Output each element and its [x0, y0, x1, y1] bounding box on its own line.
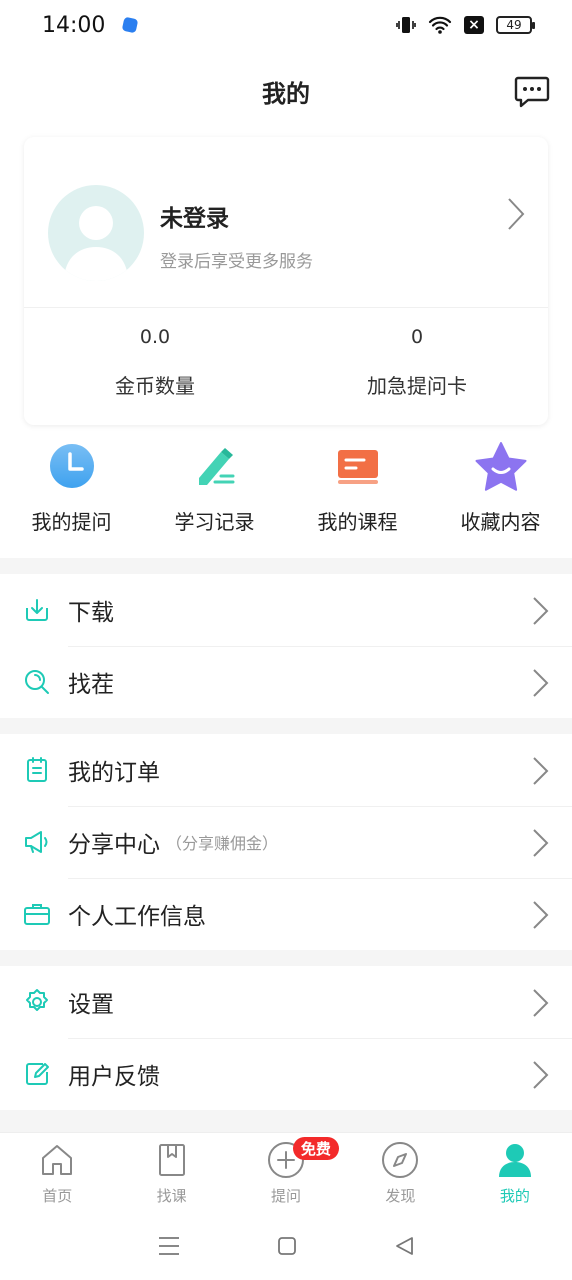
- tab-label: 我的: [499, 1187, 530, 1205]
- stat-label: 加急提问卡: [367, 374, 467, 398]
- download-icon: [22, 595, 52, 625]
- chevron-right-icon: [533, 597, 549, 625]
- tab-home[interactable]: 首页: [0, 1133, 114, 1212]
- tab-label: 找课: [156, 1187, 187, 1205]
- chevron-right-icon: [508, 198, 525, 230]
- back-icon[interactable]: [394, 1236, 414, 1256]
- menu-download[interactable]: 下载: [0, 574, 572, 646]
- briefcase-icon: [22, 899, 52, 929]
- chevron-right-icon: [533, 901, 549, 929]
- message-icon: [514, 76, 550, 108]
- home-icon: [38, 1141, 76, 1179]
- star-icon: [475, 440, 527, 492]
- book-icon: [153, 1141, 191, 1179]
- recent-apps-icon[interactable]: [158, 1236, 180, 1256]
- stats-row: 0.0 金币数量 0 加急提问卡: [24, 307, 548, 425]
- menu-label: 找茬: [68, 672, 114, 698]
- quick-study-records[interactable]: 学习记录: [143, 440, 286, 550]
- default-avatar-icon: [64, 206, 128, 281]
- status-bar: 14:00 × 49: [0, 0, 572, 50]
- chevron-right-icon: [533, 757, 549, 785]
- page-title: 我的: [262, 79, 310, 108]
- menu-label: 我的订单: [68, 760, 160, 786]
- profile-card[interactable]: 未登录 登录后享受更多服务 0.0 金币数量 0 加急提问卡: [24, 137, 548, 425]
- section-divider: [0, 718, 572, 734]
- stat-value: 0: [410, 326, 424, 348]
- tab-find-course[interactable]: 找课: [114, 1133, 228, 1212]
- menu-feedback[interactable]: 用户反馈: [0, 1038, 572, 1110]
- quick-favorites[interactable]: 收藏内容: [429, 440, 572, 550]
- menu-share-center[interactable]: 分享中心 （分享赚佣金）: [0, 806, 572, 878]
- message-button[interactable]: [514, 74, 550, 108]
- vibrate-icon: [396, 17, 416, 33]
- tab-label: 首页: [42, 1187, 73, 1205]
- status-time: 14:00: [42, 12, 106, 38]
- chevron-right-icon: [533, 1061, 549, 1089]
- quick-label: 收藏内容: [460, 510, 541, 534]
- quick-label: 我的提问: [31, 510, 112, 534]
- page-header: 我的: [0, 60, 572, 122]
- system-nav-bar: [0, 1212, 572, 1280]
- chevron-right-icon: [533, 989, 549, 1017]
- section-divider: [0, 1110, 572, 1132]
- chevron-right-icon: [533, 669, 549, 697]
- section-divider: [0, 950, 572, 966]
- person-icon: [496, 1141, 534, 1179]
- battery-icon: 49: [496, 16, 535, 34]
- gear-icon: [22, 987, 52, 1017]
- free-badge: 免费: [292, 1137, 339, 1160]
- stat-coins[interactable]: 0.0 金币数量: [24, 308, 286, 425]
- menu-hint: （分享赚佣金）: [166, 834, 279, 853]
- menu-find-fault[interactable]: 找茬: [0, 646, 572, 718]
- menu-group-settings: 设置 用户反馈: [0, 966, 572, 1110]
- menu-label: 分享中心: [68, 832, 160, 858]
- stat-urgent-cards[interactable]: 0 加急提问卡: [286, 308, 548, 425]
- quick-my-questions[interactable]: 我的提问: [0, 440, 143, 550]
- quick-label: 我的课程: [317, 510, 398, 534]
- search-icon: [22, 667, 52, 697]
- wifi-icon: [428, 16, 452, 34]
- menu-label: 个人工作信息: [68, 904, 206, 930]
- pencil-icon: [189, 440, 241, 492]
- menu-work-info[interactable]: 个人工作信息: [0, 878, 572, 950]
- menu-label: 下载: [68, 600, 114, 626]
- status-icons: × 49: [396, 16, 535, 34]
- menu-settings[interactable]: 设置: [0, 966, 572, 1038]
- no-sim-icon: ×: [464, 16, 484, 34]
- stat-label: 金币数量: [115, 374, 195, 398]
- quick-my-courses[interactable]: 我的课程: [286, 440, 429, 550]
- home-button-icon[interactable]: [277, 1236, 297, 1256]
- menu-group-tools: 下载 找茬: [0, 574, 572, 718]
- tab-label: 发现: [385, 1187, 416, 1205]
- stat-value: 0.0: [139, 326, 171, 348]
- avatar[interactable]: [48, 185, 144, 281]
- course-book-icon: [332, 440, 384, 492]
- order-list-icon: [22, 755, 52, 785]
- clock-icon: [46, 440, 98, 492]
- menu-label: 设置: [68, 992, 114, 1018]
- compass-icon: [381, 1141, 419, 1179]
- edit-note-icon: [22, 1059, 52, 1089]
- tab-label: 提问: [271, 1187, 302, 1205]
- bottom-tab-bar: 首页 找课 免费 提问 发现 我的: [0, 1132, 572, 1212]
- quick-label: 学习记录: [174, 510, 255, 534]
- tab-mine[interactable]: 我的: [458, 1133, 572, 1212]
- tab-ask[interactable]: 免费 提问: [229, 1133, 343, 1212]
- tab-discover[interactable]: 发现: [343, 1133, 457, 1212]
- login-name[interactable]: 未登录: [160, 199, 229, 233]
- megaphone-icon: [22, 827, 52, 857]
- chevron-right-icon: [533, 829, 549, 857]
- menu-label: 用户反馈: [68, 1064, 160, 1090]
- quick-actions: 我的提问 学习记录 我的课程 收藏内容: [0, 440, 572, 550]
- app-notification-icon: [122, 16, 139, 34]
- menu-group-account: 我的订单 分享中心 （分享赚佣金） 个人工作信息: [0, 734, 572, 950]
- section-divider: [0, 558, 572, 574]
- login-subtitle: 登录后享受更多服务: [160, 252, 313, 272]
- menu-orders[interactable]: 我的订单: [0, 734, 572, 806]
